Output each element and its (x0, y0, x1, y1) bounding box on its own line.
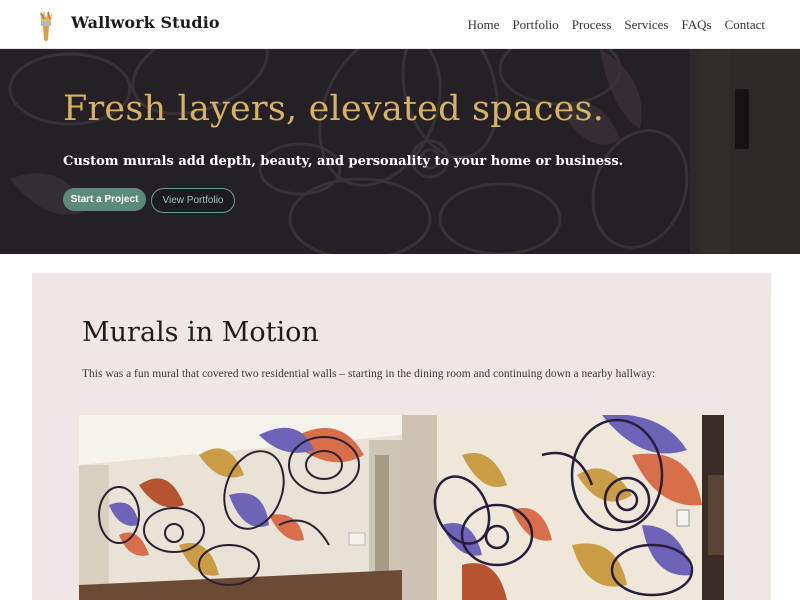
paintbrush-icon[interactable] (36, 9, 56, 42)
nav-link-contact[interactable]: Contact (725, 17, 765, 33)
hero-banner: Fresh layers, elevated spaces. Custom mu… (0, 49, 800, 254)
nav-link-home[interactable]: Home (468, 17, 500, 33)
murals-in-motion-section: Murals in Motion This was a fun mural th… (32, 273, 771, 600)
section-title: Murals in Motion (82, 317, 319, 348)
nav-link-services[interactable]: Services (624, 17, 668, 33)
hero-subtitle: Custom murals add depth, beauty, and per… (63, 154, 624, 169)
hero-background-mural (0, 49, 800, 254)
section-description: This was a fun mural that covered two re… (82, 368, 656, 380)
mural-photo-dining-room[interactable] (79, 415, 402, 600)
nav-link-portfolio[interactable]: Portfolio (512, 17, 558, 33)
hero-title: Fresh layers, elevated spaces. (63, 89, 605, 129)
top-nav: Wallwork Studio Home Portfolio Process S… (0, 0, 800, 49)
nav-link-process[interactable]: Process (572, 17, 612, 33)
main-nav-links: Home Portfolio Process Services FAQs Con… (468, 17, 765, 33)
mural-dining-room-image (79, 415, 402, 600)
mural-photo-hallway[interactable] (402, 415, 724, 600)
brand-name[interactable]: Wallwork Studio (71, 13, 220, 32)
start-project-button[interactable]: Start a Project (63, 188, 146, 211)
mural-hallway-image (402, 415, 724, 600)
view-portfolio-button[interactable]: View Portfolio (151, 188, 235, 213)
nav-link-faqs[interactable]: FAQs (681, 17, 711, 33)
